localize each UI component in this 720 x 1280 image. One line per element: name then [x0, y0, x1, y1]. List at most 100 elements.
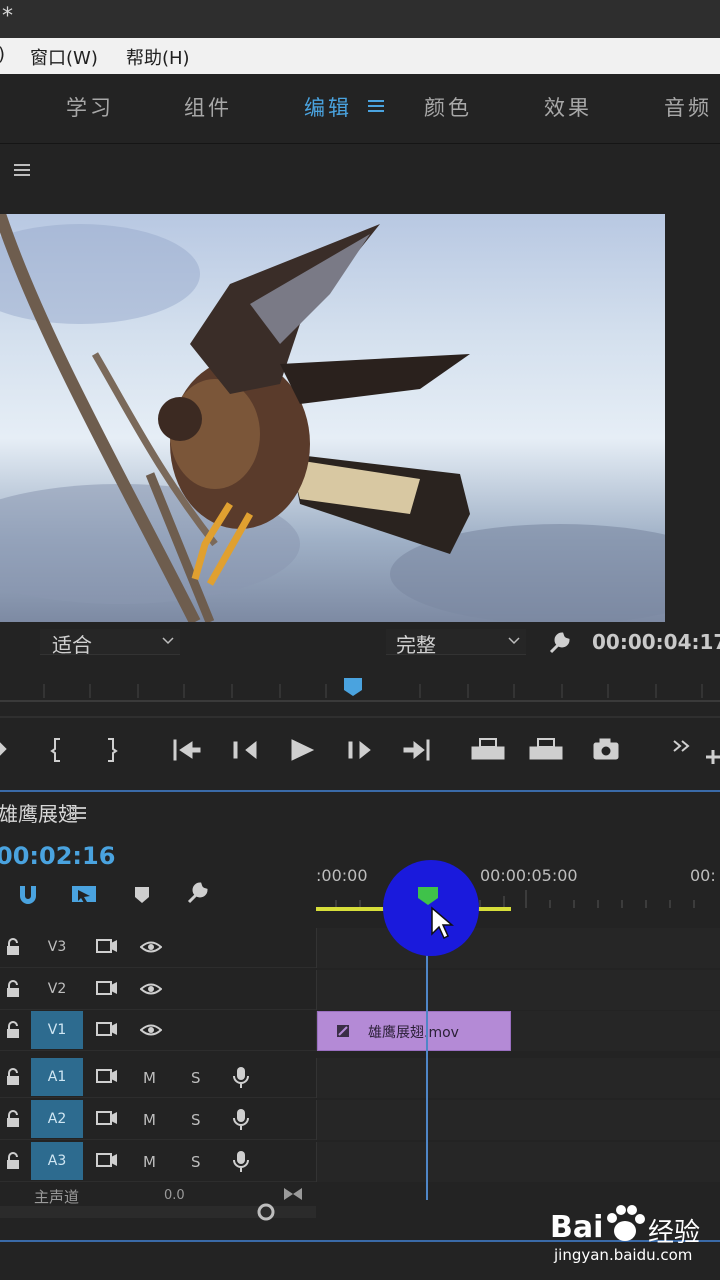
ruler-label-mid: 00:00:05:00 [480, 866, 578, 885]
overflow-icon[interactable] [673, 740, 690, 752]
sync-lock-icon[interactable] [96, 938, 118, 954]
mute-button[interactable]: M [143, 1069, 156, 1087]
divider [0, 716, 720, 718]
track-v1: V1 雄鹰展翅.mov [0, 1011, 720, 1051]
track-lane-a3[interactable] [316, 1142, 720, 1182]
sequence-tab[interactable]: 雄鹰展翅 [0, 798, 78, 827]
track-lane-a1[interactable] [316, 1058, 720, 1098]
monitor-playhead-icon[interactable] [342, 676, 364, 698]
track-name-v3[interactable]: V3 [31, 928, 83, 966]
sync-lock-icon[interactable] [96, 980, 118, 996]
watermark-url: jingyan.baidu.com [554, 1246, 693, 1264]
quality-value: 完整 [396, 633, 436, 657]
lift-icon[interactable] [471, 738, 505, 760]
sequence-menu-icon[interactable] [70, 806, 86, 820]
add-marker-icon[interactable] [132, 884, 152, 906]
video-frame [0, 214, 665, 622]
sync-lock-icon[interactable] [96, 1068, 118, 1084]
sync-lock-icon[interactable] [96, 1110, 118, 1126]
add-button-icon[interactable] [706, 750, 720, 764]
chevron-down-icon [508, 637, 520, 645]
clip-name: 雄鹰展翅.mov [368, 1025, 459, 1041]
timeline-timecode[interactable]: 00:02:16 [0, 842, 115, 870]
bowtie-icon[interactable] [282, 1186, 304, 1202]
track-name-a1[interactable]: A1 [31, 1058, 83, 1096]
track-name-v2[interactable]: V2 [31, 970, 83, 1008]
title-bar: * [0, 0, 720, 38]
lock-icon[interactable] [6, 980, 20, 998]
master-track-value: 0.0 [164, 1188, 185, 1203]
workspace-menu-icon[interactable] [368, 99, 384, 113]
track-lane-a2[interactable] [316, 1100, 720, 1140]
lock-icon[interactable] [6, 1068, 20, 1086]
track-a3: A3 M S [0, 1142, 720, 1182]
monitor-scrub-bar[interactable] [0, 700, 720, 702]
microphone-icon[interactable] [232, 1066, 250, 1090]
go-to-out-icon[interactable] [403, 739, 430, 761]
scroll-handle-icon[interactable] [256, 1202, 276, 1222]
menu-bar: ) 窗口(W) 帮助(H) [0, 38, 720, 74]
tab-color[interactable]: 颜色 [424, 92, 472, 122]
track-name-a2[interactable]: A2 [31, 1100, 83, 1138]
watermark-brand: Bai [550, 1210, 604, 1245]
mute-button[interactable]: M [143, 1153, 156, 1171]
tab-audio[interactable]: 音频 [664, 92, 712, 122]
lock-icon[interactable] [6, 1021, 20, 1039]
step-forward-icon[interactable] [348, 740, 371, 760]
sync-lock-icon[interactable] [96, 1152, 118, 1168]
chevron-down-icon [162, 637, 174, 645]
track-lane-v3[interactable] [316, 928, 720, 968]
mute-button[interactable]: M [143, 1111, 156, 1129]
track-lane-v2[interactable] [316, 970, 720, 1010]
tab-effects[interactable]: 效果 [544, 92, 592, 122]
sync-lock-icon[interactable] [96, 1021, 118, 1037]
solo-button[interactable]: S [191, 1069, 201, 1087]
play-icon[interactable] [291, 739, 315, 761]
linked-selection-icon[interactable] [70, 882, 98, 906]
go-to-in-icon[interactable] [173, 739, 201, 761]
eye-icon[interactable] [140, 940, 162, 954]
tab-editing[interactable]: 编辑 [304, 92, 352, 122]
lock-icon[interactable] [6, 1110, 20, 1128]
mark-out-icon[interactable] [108, 738, 118, 762]
menu-item-prev[interactable]: ) [0, 44, 5, 65]
microphone-icon[interactable] [232, 1150, 250, 1174]
microphone-icon[interactable] [232, 1108, 250, 1132]
menu-item-help[interactable]: 帮助(H) [126, 44, 190, 70]
eye-icon[interactable] [140, 1023, 162, 1037]
eye-icon[interactable] [140, 982, 162, 996]
track-name-a3[interactable]: A3 [31, 1142, 83, 1180]
lock-icon[interactable] [6, 938, 20, 956]
panel-menu-icon[interactable] [14, 163, 30, 177]
menu-item-window[interactable]: 窗口(W) [30, 44, 98, 70]
track-name-v1[interactable]: V1 [31, 1011, 83, 1049]
tab-learn[interactable]: 学习 [66, 92, 114, 122]
clip-fx-icon [337, 1025, 349, 1037]
time-ruler[interactable] [316, 886, 720, 916]
video-clip[interactable]: 雄鹰展翅.mov [317, 1011, 511, 1051]
fit-value: 适合 [52, 633, 92, 657]
extract-icon[interactable] [529, 738, 563, 760]
timeline-playhead-handle-icon[interactable] [417, 886, 439, 906]
tab-assembly[interactable]: 组件 [184, 92, 232, 122]
solo-button[interactable]: S [191, 1111, 201, 1129]
lock-icon[interactable] [6, 1152, 20, 1170]
quality-dropdown[interactable]: 完整 [386, 629, 526, 657]
workspace-tabs: 学习 组件 编辑 颜色 效果 音频 [0, 74, 720, 144]
export-frame-icon[interactable] [593, 738, 619, 760]
solo-button[interactable]: S [191, 1153, 201, 1171]
track-lane-v1[interactable]: 雄鹰展翅.mov [316, 1011, 720, 1051]
track-a1: A1 M S [0, 1058, 720, 1098]
track-a2: A2 M S [0, 1100, 720, 1140]
mark-in-icon[interactable] [50, 738, 60, 762]
step-back-icon[interactable] [233, 740, 257, 760]
track-v2: V2 [0, 970, 720, 1010]
fit-dropdown[interactable]: 适合 [40, 629, 180, 657]
ruler-label-start: :00:00 [316, 866, 368, 885]
ruler-label-end: 00: [690, 866, 716, 885]
snap-icon[interactable] [16, 882, 40, 906]
playhead-timecode[interactable]: 00:00:04:17 [592, 630, 720, 654]
add-marker-icon[interactable] [0, 742, 7, 756]
wrench-icon[interactable] [546, 630, 572, 656]
timeline-settings-icon[interactable] [184, 880, 210, 906]
